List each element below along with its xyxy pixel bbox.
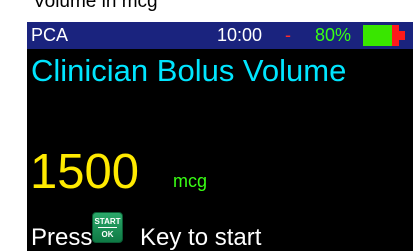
screen-title: Clinician Bolus Volume: [31, 53, 347, 88]
ok-key-label: OK: [101, 230, 114, 239]
instruction-prefix: Press: [31, 224, 93, 251]
battery-icon: [363, 25, 405, 46]
battery-cap: [399, 31, 405, 40]
status-bar: PCA 10:00 - 80%: [27, 22, 413, 49]
page: Volume in mcg PCA 10:00 - 80% Clinician …: [0, 0, 413, 251]
caption-text: Volume in mcg: [33, 0, 158, 12]
clock-time: 10:00: [217, 25, 263, 45]
therapy-mode-label: PCA: [31, 25, 69, 45]
start-key-label: START: [94, 217, 121, 226]
start-key-divider: [98, 227, 117, 228]
battery-fill: [363, 25, 392, 46]
bolus-volume-unit: mcg: [173, 171, 208, 191]
instruction-suffix: Key to start: [140, 224, 262, 251]
battery-percent: 80%: [315, 25, 352, 45]
battery-empty: [392, 25, 399, 46]
pump-display: PCA 10:00 - 80% Clinician Bolus Volume 1…: [27, 22, 413, 251]
bolus-volume-value: 1500: [30, 145, 140, 199]
status-separator: -: [285, 25, 291, 45]
start-ok-key-icon[interactable]: START OK: [92, 212, 123, 243]
instruction-line: Press START OK Key to start: [27, 212, 413, 251]
